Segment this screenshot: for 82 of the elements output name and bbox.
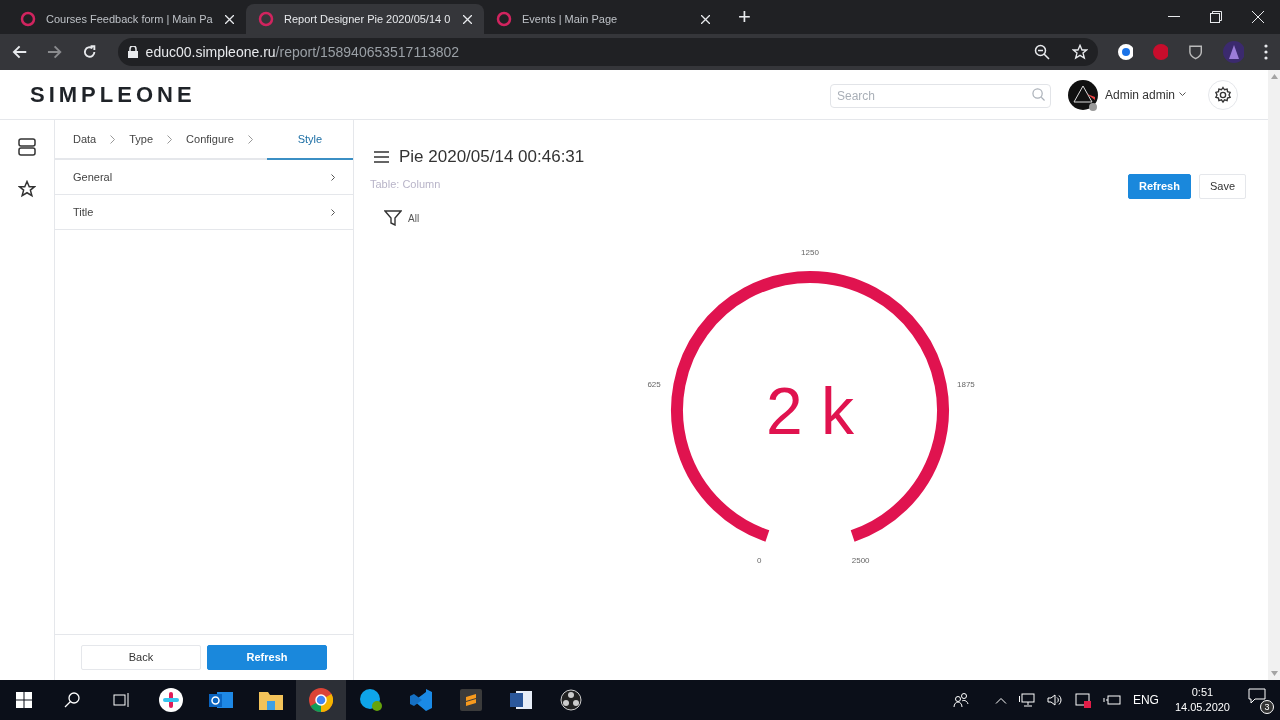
close-tab-icon[interactable] — [463, 14, 472, 24]
forward-arrow-icon[interactable] — [47, 44, 63, 60]
text-editor-icon[interactable] — [460, 689, 482, 711]
chat-app-icon[interactable] — [359, 688, 383, 712]
gauge-value: 2 k — [766, 374, 854, 448]
step-tab[interactable]: Data — [73, 120, 97, 158]
step-tab[interactable]: Configure — [186, 120, 234, 158]
people-icon[interactable] — [952, 692, 969, 708]
chevron-up-icon[interactable] — [994, 696, 1007, 704]
new-tab-button[interactable]: + — [738, 6, 751, 28]
task-view-icon[interactable] — [112, 692, 130, 708]
address-bar[interactable]: educ00.simpleone.ru/report/158940653517113802 — [117, 38, 1098, 66]
search-icon — [1031, 87, 1045, 101]
extension-icon[interactable] — [1117, 44, 1133, 60]
mail-app-icon[interactable] — [209, 689, 233, 711]
windows-start-icon[interactable] — [16, 692, 32, 708]
user-name[interactable]: Admin admin — [1104, 85, 1175, 104]
refresh-button[interactable]: Refresh — [1127, 173, 1191, 199]
network-icon[interactable] — [1018, 693, 1035, 707]
settings-icon — [1214, 85, 1232, 104]
language-indicator[interactable]: ENG — [1132, 691, 1159, 709]
gauge-tick-label: 1250 — [801, 248, 819, 257]
recorder-app-icon[interactable] — [560, 689, 582, 711]
chevron-right-icon — [331, 208, 335, 216]
shield-icon[interactable] — [1188, 44, 1204, 60]
speaker-icon[interactable] — [1046, 693, 1063, 707]
zoom-out-icon[interactable] — [1033, 44, 1050, 60]
refresh-button[interactable]: Refresh — [207, 645, 327, 670]
code-editor-icon[interactable] — [410, 689, 432, 711]
site-icon — [496, 11, 512, 27]
chevron-down-icon[interactable] — [1179, 92, 1186, 97]
clock-time[interactable]: 0:51 — [1191, 685, 1214, 700]
gauge-tick-label: 0 — [757, 555, 762, 565]
list-view-icon[interactable] — [18, 138, 36, 156]
menu-icon[interactable] — [374, 150, 389, 163]
app-icon[interactable] — [159, 688, 183, 712]
gauge-tick-label: 2500 — [851, 555, 870, 565]
text-button[interactable]: Save — [1198, 173, 1246, 199]
folder-icon[interactable] — [259, 690, 283, 710]
chevron-right-icon — [167, 134, 173, 144]
logo[interactable]: SIMPLEONE — [30, 78, 196, 111]
section-row[interactable]: Title — [55, 195, 353, 230]
gauge-tick-label: 1875 — [957, 380, 975, 390]
chevron-right-icon — [247, 134, 253, 144]
browser-icon[interactable] — [309, 688, 333, 712]
browser-tab[interactable]: Events | Main Page — [484, 4, 722, 34]
gauge-tick-label: 625 — [647, 380, 661, 390]
site-icon — [20, 11, 36, 27]
close-icon[interactable] — [1252, 11, 1264, 23]
close-tab-icon[interactable] — [225, 14, 234, 24]
notification-icon[interactable] — [1248, 688, 1266, 704]
search-icon[interactable] — [64, 692, 80, 708]
filter-label[interactable]: All — [408, 210, 420, 226]
menu-dots-icon[interactable] — [1264, 44, 1268, 60]
profile-avatar-icon[interactable] — [1223, 41, 1245, 63]
notification-count: 3 — [1260, 700, 1274, 714]
clock-date[interactable]: 14.05.2020 — [1174, 700, 1230, 715]
document-app-icon[interactable] — [510, 689, 532, 711]
table-name: Table: Column — [370, 176, 441, 192]
close-tab-icon[interactable] — [701, 14, 710, 24]
restore-icon[interactable] — [1210, 11, 1222, 23]
search-field[interactable]: Search — [829, 83, 1051, 108]
alert-tray-icon[interactable] — [1074, 692, 1091, 708]
step-tab[interactable]: Type — [129, 120, 154, 158]
text-button[interactable]: Back — [81, 645, 201, 670]
back-arrow-icon[interactable] — [12, 44, 28, 60]
step-tab[interactable]: Style — [266, 120, 353, 160]
battery-icon[interactable] — [1102, 694, 1121, 706]
filter-icon[interactable] — [384, 210, 402, 226]
chevron-right-icon — [331, 173, 335, 181]
url-text: educ00.simpleone.ru/report/158940653517113802 — [145, 42, 460, 62]
site-icon — [258, 11, 274, 27]
section-row[interactable]: General — [55, 160, 353, 195]
user-avatar[interactable] — [1066, 78, 1099, 111]
browser-tab[interactable]: Courses Feedback form | Main Pa — [8, 4, 246, 34]
report-title: Pie 2020/05/14 00:46:31 — [399, 146, 585, 168]
browser-tab[interactable]: Report Designer Pie 2020/05/14 0 — [246, 4, 484, 34]
star-icon[interactable] — [18, 180, 36, 198]
lock-icon — [127, 46, 138, 58]
chevron-right-icon — [110, 134, 116, 144]
reload-icon[interactable] — [82, 44, 98, 60]
minimize-icon[interactable] — [1168, 16, 1180, 18]
